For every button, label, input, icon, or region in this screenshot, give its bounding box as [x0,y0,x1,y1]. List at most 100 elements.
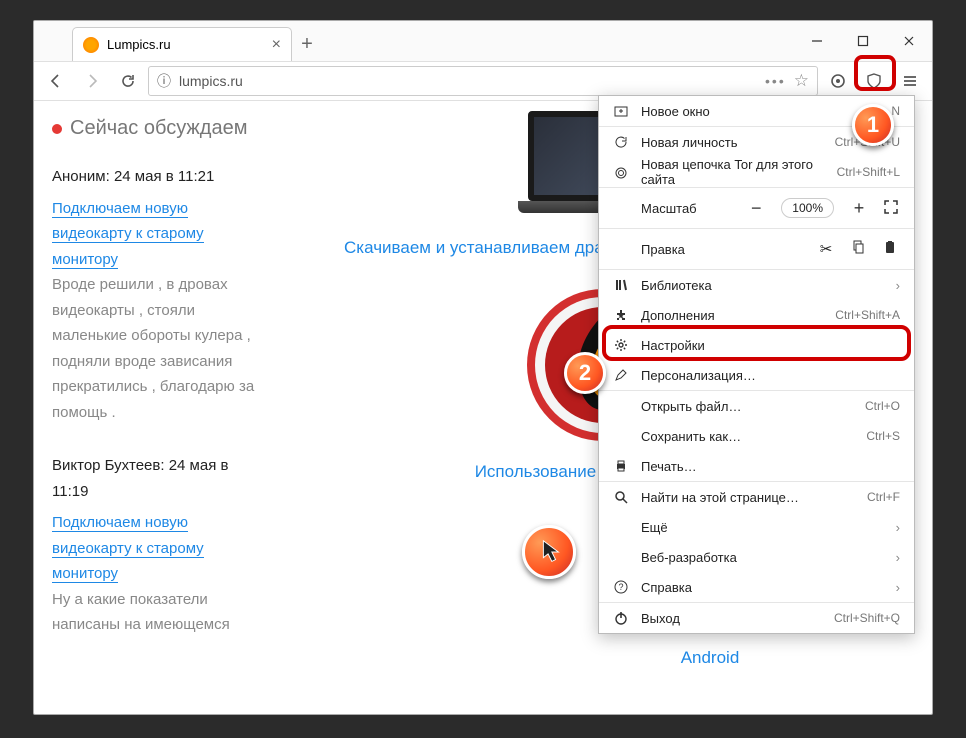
menu-label: Открыть файл… [641,399,853,414]
shield-icon[interactable] [858,65,890,97]
callout-badge: 2 [564,352,606,394]
comment-body: Вроде решили , в дровах видеокарты , сто… [52,272,256,425]
menu-accel: Ctrl+Shift+A [835,308,900,322]
chevron-right-icon: › [896,550,900,565]
callout-badge: 1 [852,104,894,146]
menu-label: Справка [641,580,884,595]
menu-label: Дополнения [641,308,823,323]
menu-label: Найти на этой странице… [641,490,855,505]
gear-icon [613,338,629,352]
menu-edit: Правка ✂ [599,229,914,269]
menu-label: Новая личность [641,135,823,150]
menu-print[interactable]: Печать… [599,451,914,481]
callout-number: 2 [579,360,591,386]
close-window-button[interactable] [886,21,932,61]
browser-tab[interactable]: Lumpics.ru × [72,27,292,61]
menu-label: Настройки [641,338,900,353]
addons-icon [613,308,629,322]
titlebar: Lumpics.ru × + [34,21,932,61]
chevron-right-icon: › [896,278,900,293]
discuss-heading: Сейчас обсуждаем [52,117,256,140]
app-menu-button[interactable] [894,65,926,97]
comment-link[interactable]: Подключаем новую видеокарту к старому мо… [52,514,204,583]
live-dot-icon [52,124,62,134]
menu-save-as[interactable]: Сохранить как… Ctrl+S [599,421,914,451]
forward-button[interactable] [76,65,108,97]
menu-label: Ещё [641,520,884,535]
menu-addons[interactable]: Дополнения Ctrl+Shift+A [599,300,914,330]
search-icon [613,490,629,504]
callout-number: 1 [867,112,879,138]
menu-library[interactable]: Библиотека › [599,270,914,300]
tab-title: Lumpics.ru [107,37,171,52]
menu-label: Сохранить как… [641,429,854,444]
menu-accel: Ctrl+O [865,399,900,413]
chevron-right-icon: › [896,520,900,535]
menu-more[interactable]: Ещё › [599,512,914,542]
menu-accel: Ctrl+Shift+L [837,165,900,179]
discuss-sidebar: Сейчас обсуждаем Аноним: 24 мая в 11:21 … [34,101,274,714]
menu-find[interactable]: Найти на этой странице… Ctrl+F [599,482,914,512]
page-actions-icon[interactable]: ••• [765,73,786,89]
menu-label: Выход [641,611,822,626]
onion-icon [613,165,629,179]
address-bar[interactable]: ⓘ lumpics.ru ••• ☆ [148,66,818,96]
maximize-button[interactable] [840,21,886,61]
new-tab-button[interactable]: + [292,27,322,61]
security-level-icon[interactable] [822,65,854,97]
menu-accel: Ctrl+F [867,490,900,504]
bookmark-star-icon[interactable]: ☆ [794,71,809,91]
power-icon [613,611,629,625]
copy-icon[interactable] [848,240,868,258]
back-button[interactable] [40,65,72,97]
window-controls [794,21,932,61]
zoom-in-button[interactable]: + [846,198,872,219]
cut-icon[interactable]: ✂ [816,240,836,258]
menu-new-tor-circuit[interactable]: Новая цепочка Tor для этого сайта Ctrl+S… [599,157,914,187]
site-info-icon[interactable]: ⓘ [157,71,171,91]
url-text: lumpics.ru [179,73,243,89]
minimize-button[interactable] [794,21,840,61]
app-menu: Новое окно N Новая личность Ctrl+Shift+U… [598,95,915,634]
android-link[interactable]: Android [660,648,760,668]
paint-icon [613,368,629,382]
menu-label: Новая цепочка Tor для этого сайта [641,157,825,187]
help-icon: ? [613,580,629,594]
zoom-value[interactable]: 100% [781,198,834,218]
fullscreen-icon[interactable] [884,200,900,217]
menu-customize[interactable]: Персонализация… [599,360,914,390]
comment-meta: Аноним: 24 мая в 11:21 [52,164,256,190]
menu-label: Масштаб [613,201,731,216]
menu-label: Правка [613,242,804,257]
svg-text:?: ? [618,582,623,592]
tab-close-icon[interactable]: × [272,36,281,54]
reload-button[interactable] [112,65,144,97]
favicon-icon [83,37,99,53]
menu-label: Библиотека [641,278,884,293]
menu-exit[interactable]: Выход Ctrl+Shift+Q [599,603,914,633]
comment-link[interactable]: Подключаем новую видеокарту к старому мо… [52,200,204,269]
new-window-icon [613,104,629,118]
menu-accel: N [891,104,900,118]
identity-icon [613,135,629,149]
cursor-badge-icon [522,525,576,579]
menu-help[interactable]: ? Справка › [599,572,914,602]
comment-block: Аноним: 24 мая в 11:21 Подключаем новую … [52,164,256,425]
menu-web-dev[interactable]: Веб-разработка › [599,542,914,572]
print-icon [613,459,629,473]
menu-settings[interactable]: Настройки [599,330,914,360]
comment-meta: Виктор Бухтеев: 24 мая в 11:19 [52,453,256,504]
menu-label: Печать… [641,459,900,474]
comment-block: Виктор Бухтеев: 24 мая в 11:19 Подключае… [52,453,256,638]
menu-accel: Ctrl+S [866,429,900,443]
menu-zoom: Масштаб − 100% + [599,188,914,228]
menu-label: Новое окно [641,104,879,119]
zoom-out-button[interactable]: − [743,198,769,219]
menu-open-file[interactable]: Открыть файл… Ctrl+O [599,391,914,421]
comment-body: Ну а какие показатели написаны на имеюще… [52,587,256,638]
paste-icon[interactable] [880,240,900,258]
menu-label: Веб-разработка [641,550,884,565]
discuss-title: Сейчас обсуждаем [70,117,247,140]
library-icon [613,278,629,292]
chevron-right-icon: › [896,580,900,595]
